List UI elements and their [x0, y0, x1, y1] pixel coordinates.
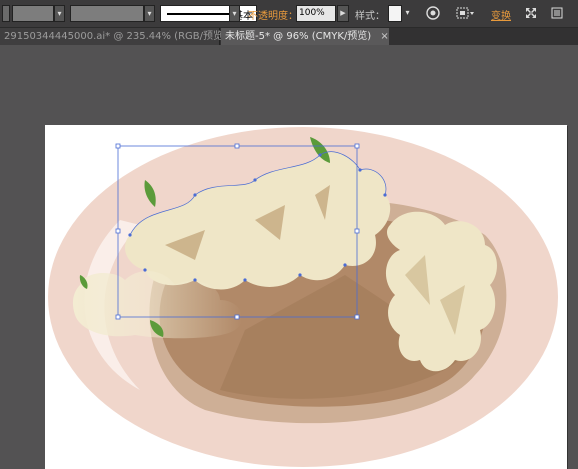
control-bar: ▾ ▾ 基本 ▾ 不透明度： 100% ▶ 样式： ▾ 变换 — [0, 0, 578, 28]
fill-dropdown-icon[interactable]: ▾ — [54, 5, 65, 22]
style-swatch[interactable] — [388, 5, 402, 22]
canvas-area[interactable] — [0, 45, 578, 469]
tab-document-1-label: 29150344445000.ai* @ 235.44% (RGB/预览) — [4, 31, 227, 42]
style-dropdown-icon[interactable]: ▾ — [402, 5, 413, 22]
artboard[interactable] — [45, 125, 567, 469]
style-label: 样式： — [355, 11, 385, 22]
transform-arrows-icon[interactable] — [522, 5, 540, 22]
document-tabs: 29150344445000.ai* @ 235.44% (RGB/预览) × … — [0, 28, 578, 45]
stroke-color-field[interactable] — [70, 5, 144, 22]
opacity-input[interactable]: 100% — [296, 5, 336, 22]
tab-document-1[interactable]: 29150344445000.ai* @ 235.44% (RGB/预览) × — [0, 28, 245, 45]
recolor-icon[interactable] — [424, 5, 442, 22]
close-icon[interactable]: × — [380, 28, 388, 45]
fill-color-field[interactable] — [12, 5, 54, 22]
opacity-arrow-icon[interactable]: ▶ — [337, 5, 349, 22]
stroke-profile-dropdown-icon[interactable]: ▾ — [229, 5, 240, 22]
align-icon[interactable] — [455, 5, 477, 22]
tab-document-2[interactable]: 未标题-5* @ 96% (CMYK/预览) × — [221, 28, 389, 45]
transform-link[interactable]: 变换 — [491, 7, 511, 22]
rice-bowl-illustration[interactable] — [45, 125, 567, 469]
stroke-preview-line — [167, 13, 229, 15]
stroke-profile-field[interactable]: 基本 — [160, 5, 257, 22]
panel-menu-icon[interactable] — [548, 5, 566, 22]
opacity-label[interactable]: 不透明度： — [248, 7, 298, 22]
tab-document-2-label: 未标题-5* @ 96% (CMYK/预览) — [225, 31, 372, 42]
stroke-stepper[interactable] — [2, 5, 10, 22]
stroke-dropdown-icon[interactable]: ▾ — [144, 5, 155, 22]
